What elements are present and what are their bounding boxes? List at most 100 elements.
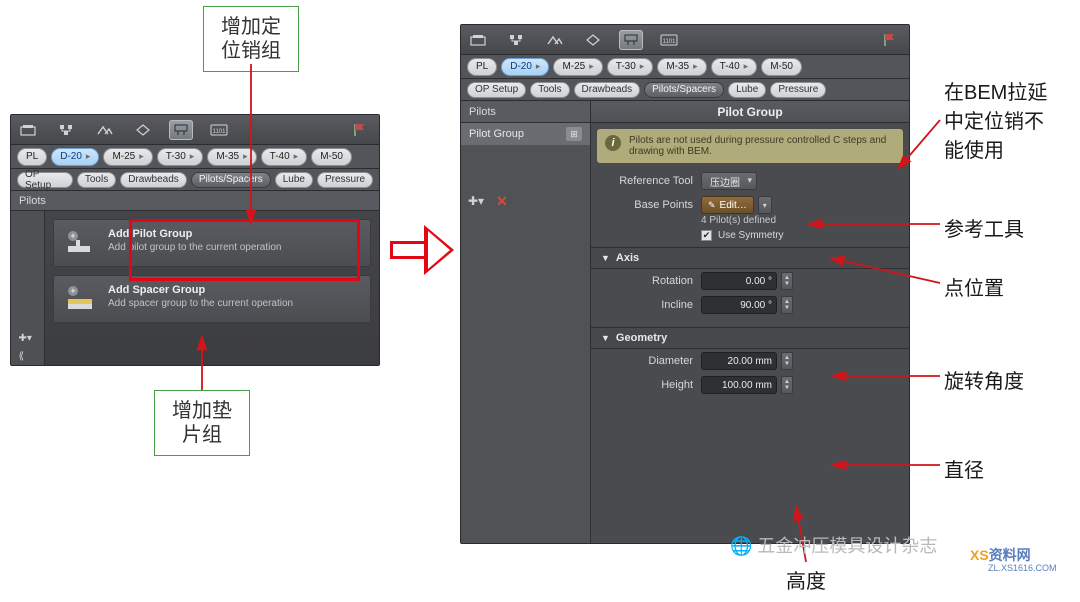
- tab-pl[interactable]: PL: [17, 148, 47, 166]
- rotation-input[interactable]: 0.00 °: [701, 272, 777, 290]
- toolbar-flag-icon[interactable]: [349, 120, 373, 140]
- r-tab-m35[interactable]: M-35▸: [657, 58, 706, 76]
- mini-add-icon[interactable]: ✚▾: [19, 333, 37, 347]
- subtab-opsetup[interactable]: OP Setup: [17, 172, 73, 188]
- right-nav: Pilots Pilot Group ⊞ ✚▾ ✕: [461, 101, 591, 543]
- reference-tool-dropdown[interactable]: 压边圈: [701, 172, 757, 190]
- svg-text:+: +: [70, 231, 75, 241]
- tab-d20[interactable]: D-20▸: [51, 148, 99, 166]
- disclosure-triangle-icon: ▼: [601, 253, 610, 263]
- tab-m35[interactable]: M-35▸: [207, 148, 256, 166]
- right-subtabs: OP Setup Tools Drawbeads Pilots/Spacers …: [461, 79, 909, 101]
- info-banner: i Pilots are not used during pressure co…: [597, 129, 903, 163]
- r-subtab-opsetup[interactable]: OP Setup: [467, 82, 526, 98]
- r-toolbar-icon-3[interactable]: [543, 30, 567, 50]
- nav-header: Pilots: [461, 101, 590, 123]
- label-rotation: 旋转角度: [944, 365, 1024, 394]
- add-spacer-group-button[interactable]: + Add Spacer Group Add spacer group to t…: [53, 275, 371, 323]
- label-points: 点位置: [944, 272, 1004, 301]
- diameter-input[interactable]: 20.00 mm: [701, 352, 777, 370]
- geometry-group-header[interactable]: ▼Geometry: [591, 327, 909, 349]
- callout-top-text: 增加定 位销组: [221, 16, 281, 62]
- properties-panel: Pilot Group i Pilots are not used during…: [591, 101, 909, 543]
- r-tab-d20[interactable]: D-20▸: [501, 58, 549, 76]
- tab-t30[interactable]: T-30▸: [157, 148, 204, 166]
- edit-dropdown-icon[interactable]: ▾: [758, 196, 772, 214]
- pilots-section-header: Pilots: [11, 191, 379, 211]
- subtab-pressure[interactable]: Pressure: [317, 172, 373, 188]
- r-tab-pl[interactable]: PL: [467, 58, 497, 76]
- toolbar-icon-5[interactable]: [169, 120, 193, 140]
- props-title: Pilot Group: [591, 101, 909, 123]
- r-toolbar-icon-5[interactable]: [619, 30, 643, 50]
- label-reftool: 参考工具: [944, 213, 1024, 242]
- info-icon: i: [605, 135, 621, 151]
- tab-m50[interactable]: M-50: [311, 148, 352, 166]
- diameter-spinner[interactable]: ▲▼: [781, 352, 793, 370]
- incline-label: Incline: [601, 299, 693, 311]
- r-toolbar-flag-icon[interactable]: [879, 30, 903, 50]
- right-tabs: PL D-20▸ M-25▸ T-30▸ M-35▸ T-40▸ M-50: [461, 55, 909, 79]
- r-toolbar-icon-1[interactable]: [467, 30, 491, 50]
- use-symmetry-label: Use Symmetry: [718, 230, 784, 241]
- watermark-1: 🌐 五金冲压模具设计杂志: [730, 532, 937, 558]
- callout-add-pilot: 增加定 位销组: [203, 6, 299, 72]
- r-tab-m25[interactable]: M-25▸: [553, 58, 602, 76]
- nav-add-icon[interactable]: ✚▾: [467, 193, 485, 209]
- left-tabs: PL D-20▸ M-25▸ T-30▸ M-35▸ T-40▸ M-50: [11, 145, 379, 169]
- tab-t40[interactable]: T-40▸: [261, 148, 308, 166]
- right-toolbar: 1101: [461, 25, 909, 55]
- edit-points-button[interactable]: ✎Edit…: [701, 196, 754, 214]
- r-subtab-lube[interactable]: Lube: [728, 82, 766, 98]
- r-toolbar-icon-4[interactable]: [581, 30, 605, 50]
- right-panel: 1101 PL D-20▸ M-25▸ T-30▸ M-35▸ T-40▸ M-…: [460, 24, 910, 544]
- defined-note: 4 Pilot(s) defined: [591, 215, 909, 226]
- height-input[interactable]: 100.00 mm: [701, 376, 777, 394]
- incline-input[interactable]: 90.00 °: [701, 296, 777, 314]
- rotation-spinner[interactable]: ▲▼: [781, 272, 793, 290]
- nav-item-pilot-group[interactable]: Pilot Group ⊞: [461, 123, 590, 145]
- subtab-tools[interactable]: Tools: [77, 172, 116, 188]
- mini-chevron-icon[interactable]: ⟪: [19, 351, 37, 365]
- watermark-2: XS资料网: [970, 545, 1031, 565]
- svg-text:+: +: [70, 286, 75, 296]
- left-panel: 1101 PL D-20▸ M-25▸ T-30▸ M-35▸ T-40▸ M-…: [10, 114, 380, 366]
- axis-group-header[interactable]: ▼Axis: [591, 247, 909, 269]
- nav-delete-icon[interactable]: ✕: [493, 193, 511, 209]
- r-subtab-pressure[interactable]: Pressure: [770, 82, 826, 98]
- toolbar-icon-3[interactable]: [93, 120, 117, 140]
- large-arrow-icon: [390, 225, 460, 275]
- add-spacer-title: Add Spacer Group: [108, 284, 293, 296]
- r-subtab-pilots[interactable]: Pilots/Spacers: [644, 82, 724, 98]
- toolbar-icon-1[interactable]: [17, 120, 41, 140]
- tab-m25[interactable]: M-25▸: [103, 148, 152, 166]
- watermark-2-sub: ZL.XS1616.COM: [988, 563, 1057, 573]
- subtab-pilots[interactable]: Pilots/Spacers: [191, 172, 271, 188]
- height-label: Height: [601, 379, 693, 391]
- callout-add-spacer: 增加垫 片组: [154, 390, 250, 456]
- svg-text:1101: 1101: [213, 129, 227, 135]
- add-pilot-group-button[interactable]: + Add Pilot Group Add pilot group to the…: [53, 219, 371, 267]
- r-tab-m50[interactable]: M-50: [761, 58, 802, 76]
- label-height: 高度: [786, 565, 826, 594]
- r-subtab-drawbeads[interactable]: Drawbeads: [574, 82, 641, 98]
- r-toolbar-icon-2[interactable]: [505, 30, 529, 50]
- diameter-label: Diameter: [601, 355, 693, 367]
- toolbar-icon-6[interactable]: 1101: [207, 120, 231, 140]
- toolbar-icon-2[interactable]: [55, 120, 79, 140]
- toolbar-icon-4[interactable]: [131, 120, 155, 140]
- nav-item-toggle[interactable]: ⊞: [566, 127, 582, 141]
- r-subtab-tools[interactable]: Tools: [530, 82, 569, 98]
- height-spinner[interactable]: ▲▼: [781, 376, 793, 394]
- chevron-right-icon: ▸: [86, 151, 91, 162]
- subtab-lube[interactable]: Lube: [275, 172, 313, 188]
- use-symmetry-checkbox[interactable]: ✔: [701, 230, 712, 241]
- spacer-group-icon: +: [64, 284, 98, 314]
- r-tab-t30[interactable]: T-30▸: [607, 58, 654, 76]
- r-toolbar-icon-6[interactable]: 1101: [657, 30, 681, 50]
- rotation-label: Rotation: [601, 275, 693, 287]
- subtab-drawbeads[interactable]: Drawbeads: [120, 172, 187, 188]
- r-tab-t40[interactable]: T-40▸: [711, 58, 758, 76]
- incline-spinner[interactable]: ▲▼: [781, 296, 793, 314]
- label-diameter: 直径: [944, 454, 984, 483]
